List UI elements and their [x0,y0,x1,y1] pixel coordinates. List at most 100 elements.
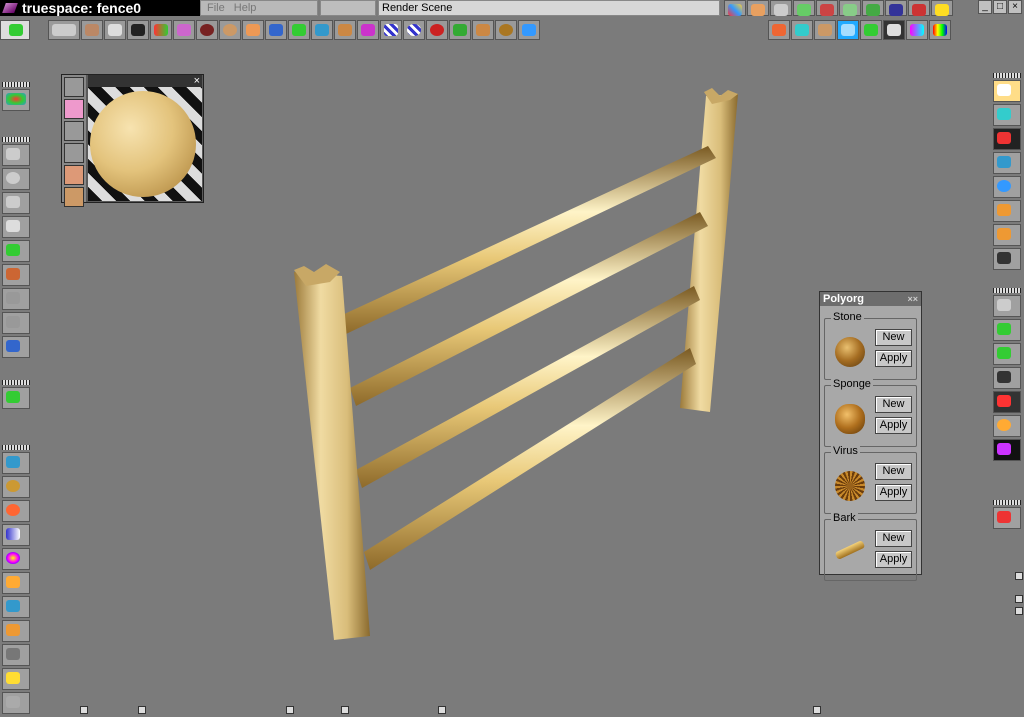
maximize-button[interactable]: □ [993,0,1007,14]
up-arrow-icon[interactable] [2,288,30,310]
walk-icon[interactable] [2,240,30,262]
x-icon[interactable] [862,0,884,16]
paint-icon[interactable] [265,20,287,40]
render-eye-icon[interactable] [2,89,30,111]
hammer-icon[interactable] [64,121,84,141]
toolbar-grip[interactable] [2,137,30,142]
collapse-toggle[interactable] [1015,572,1023,580]
close-icon[interactable]: × [194,76,200,87]
drop-icon[interactable] [2,264,30,286]
3d-icon[interactable] [518,20,540,40]
2x-icon[interactable] [837,20,859,40]
pencil-icon[interactable] [2,668,30,690]
figure-icon[interactable] [472,20,494,40]
sweep-icon[interactable] [357,20,379,40]
zoom-icon[interactable] [993,295,1021,317]
color-wheel-icon[interactable] [2,548,30,570]
lathe-icon[interactable] [104,20,126,40]
layers-icon[interactable] [2,336,30,358]
spline-icon[interactable] [150,20,172,40]
wrench-icon[interactable] [64,143,84,163]
color-swatch-icon[interactable] [906,20,928,40]
checker-icon[interactable] [380,20,402,40]
balls-icon[interactable] [2,500,30,522]
collapse-toggle[interactable] [813,706,821,714]
film-icon[interactable] [64,77,84,97]
wood-object-icon[interactable] [219,20,241,40]
select-arrow-icon[interactable] [993,104,1021,126]
collapse-toggle[interactable] [1015,607,1023,615]
collapse-toggle[interactable] [438,706,446,714]
cube-move-icon[interactable] [993,152,1021,174]
stone-new-button[interactable]: New [875,329,912,346]
virus-new-button[interactable]: New [875,463,912,480]
grid-move-icon[interactable] [993,343,1021,365]
sphere-checker-icon[interactable] [403,20,425,40]
toolbar-grip[interactable] [993,73,1021,78]
wave-icon[interactable] [791,20,813,40]
house-icon[interactable] [793,0,815,16]
triangle-icon[interactable] [288,20,310,40]
toolbar-grip[interactable] [993,288,1021,293]
no-for-icon[interactable] [883,20,905,40]
image-icon[interactable] [2,452,30,474]
color-cubes-icon[interactable] [724,0,746,16]
net-icon[interactable] [449,20,471,40]
close-button[interactable]: × [1008,0,1022,14]
cube-render-icon[interactable] [768,20,790,40]
box-grid-icon[interactable] [2,620,30,642]
collapse-toggle[interactable] [341,706,349,714]
sponge-icon[interactable] [242,20,264,40]
collapse-toggle[interactable] [80,706,88,714]
polyorg-title[interactable]: Polyorg ×× [820,292,921,306]
collapse-toggle[interactable] [1015,595,1023,603]
plane-icon[interactable] [311,20,333,40]
2d-icon[interactable] [908,0,930,16]
palette-icon[interactable] [334,20,356,40]
tools-icon[interactable] [2,644,30,666]
scale-cube-icon[interactable] [993,224,1021,246]
select-icon[interactable] [993,128,1021,150]
window-icon[interactable] [770,0,792,16]
grid-icon[interactable] [993,319,1021,341]
recycle-icon[interactable] [2,692,30,714]
scale-icon[interactable] [2,192,30,214]
render-toggle-icon[interactable] [860,20,882,40]
toolbar-grip[interactable] [2,445,30,450]
material-preview-tabs[interactable]: × [88,75,202,87]
sponge-apply-button[interactable]: Apply [875,417,912,434]
toolbar-grip[interactable] [2,82,30,87]
bark-apply-button[interactable]: Apply [875,551,912,568]
rotate-icon[interactable] [2,168,30,190]
diagonal-icon[interactable] [839,0,861,16]
torus-icon[interactable] [426,20,448,40]
cone-icon[interactable] [2,524,30,546]
vase-icon[interactable] [81,20,103,40]
stone-icon[interactable] [495,20,517,40]
close-yellow-icon[interactable] [931,0,953,16]
delete-icon[interactable] [993,507,1021,529]
save-icon[interactable] [993,248,1021,270]
stack-icon[interactable] [2,387,30,409]
green-leaf-icon[interactable] [0,20,30,40]
landscape-icon[interactable] [814,20,836,40]
virus-apply-button[interactable]: Apply [875,484,912,501]
orb-icon[interactable] [993,415,1021,437]
box-open-icon[interactable] [2,572,30,594]
lasso-icon[interactable] [2,476,30,498]
hide-icon[interactable] [993,391,1021,413]
obj-icon[interactable] [48,20,80,40]
scene-icon[interactable] [816,0,838,16]
box-icon[interactable] [747,0,769,16]
toolbar-grip[interactable] [2,380,30,385]
axis-move-icon[interactable] [2,144,30,166]
bark-new-button[interactable]: New [875,530,912,547]
lock-icon[interactable] [993,367,1021,389]
down-arrow-icon[interactable] [2,312,30,334]
camera-icon[interactable] [127,20,149,40]
collapse-toggle[interactable] [286,706,294,714]
move-cube-icon[interactable] [993,200,1021,222]
funnel-icon[interactable] [64,99,84,119]
material-preview[interactable] [88,87,202,201]
rainbow-icon[interactable] [929,20,951,40]
